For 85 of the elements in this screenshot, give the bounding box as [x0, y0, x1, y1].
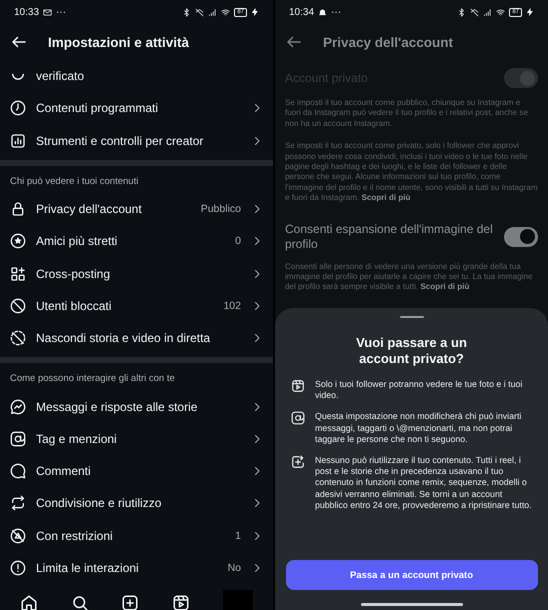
- bar-chart-icon: [10, 132, 26, 149]
- hidden-story-icon: [10, 330, 26, 346]
- sheet-item-text: Questa impostazione non modificherà chi può inviarti messaggi, taggarti o \@menzionarti, ma non potrai taggare le persone che non ti seguono.: [315, 411, 522, 446]
- notification-dots: ···: [56, 6, 66, 18]
- signal-icon: [208, 8, 218, 16]
- status-time: 10:33: [14, 6, 40, 18]
- at-sign-icon: [291, 411, 305, 426]
- comment-icon: [10, 463, 26, 480]
- charging-icon: [251, 8, 259, 16]
- learn-more-link[interactable]: Scopri di più: [420, 282, 470, 292]
- row-value: No: [228, 562, 241, 574]
- row-label: Commenti: [36, 464, 92, 478]
- reels-icon: [291, 379, 305, 393]
- row-label: Privacy dell'account: [36, 202, 143, 216]
- sheet-handle[interactable]: [400, 316, 424, 318]
- settings-row[interactable]: Nascondi storia e video in diretta: [0, 322, 273, 354]
- wifi-icon: [221, 8, 230, 16]
- section-title: Come possono interagire gli altri con te: [9, 372, 176, 386]
- row-label: Nascondi storia e video in diretta: [36, 331, 212, 346]
- status-time: 10:34: [289, 6, 314, 18]
- toggle-label: Consenti espansione dell'immagine del profilo: [285, 222, 494, 252]
- lock-icon: [10, 201, 26, 218]
- row-label: Con restrizioni: [36, 528, 114, 543]
- row-label: Amici più stretti: [36, 234, 118, 248]
- mute-icon: [195, 8, 204, 16]
- settings-row[interactable]: Utenti bloccati 102: [0, 290, 273, 322]
- page-title: Privacy dell'account: [323, 34, 454, 50]
- row-label: Messaggi e risposte alle storie: [36, 400, 198, 414]
- restricted-icon: [10, 528, 26, 544]
- settings-row[interactable]: Condivisione e riutilizzo: [0, 487, 273, 520]
- learn-more-link[interactable]: Scopri di più: [361, 193, 410, 202]
- row-label: Cross-posting: [36, 266, 112, 281]
- row-label: Condivisione e riutilizzo: [36, 496, 162, 510]
- settings-row[interactable]: verificato: [0, 60, 273, 92]
- row-value: 1: [235, 530, 241, 542]
- search-icon[interactable]: [70, 594, 89, 610]
- settings-row[interactable]: Privacy dell'account Pubblico: [0, 192, 273, 226]
- bell-icon: [318, 8, 328, 16]
- repeat-icon: [10, 495, 26, 512]
- section-title: Chi può vedere i tuoi contenuti: [9, 174, 140, 189]
- signal-icon: [483, 8, 492, 16]
- settings-row[interactable]: Messaggi e risposte alle storie: [0, 390, 273, 423]
- home-icon[interactable]: [20, 594, 38, 610]
- settings-row[interactable]: Strumenti e controlli per creator: [0, 124, 273, 157]
- charging-icon: [526, 8, 534, 16]
- row-label: verificato: [36, 69, 86, 84]
- settings-row[interactable]: Amici più stretti 0: [0, 225, 273, 258]
- settings-row[interactable]: Cross-posting: [0, 257, 273, 290]
- sheet-item-text: Solo i tuoi follower potranno vedere le tue foto e i tuoi video.: [315, 379, 524, 402]
- notification-dots: ···: [331, 6, 342, 18]
- settings-row[interactable]: Tag e menzioni: [0, 422, 273, 455]
- reels-icon[interactable]: [172, 594, 190, 610]
- description-text: Se imposti il tuo account come privato, solo i follower che approvi possono vedere cosa condividi, inclusi i tuoi video o le tue foto nelle pagine degli hashtag e dei luoghi, e le liste dei follower e delle persone che segui. Alcune informazioni sul tuo profilo, come l'immagine del profilo e il nome utente, sono visibili a tutti su Instagram e fuori da Instagram. Scopri di più: [285, 141, 538, 204]
- row-label: Utenti bloccati: [36, 298, 112, 313]
- description-text: Consenti alle persone di vedere una versione più grande della tua immagine del profilo per aiutarle a capire che sei tu. La tua immagine del profilo sarà sempre visibile a tutti. Scopri di più: [285, 262, 534, 293]
- settings-row[interactable]: Con restrizioni 1: [0, 520, 273, 552]
- remix-icon: [291, 455, 305, 470]
- sheet-title: Vuoi passare a un account privato?: [355, 335, 468, 367]
- row-label: Contenuti programmati: [36, 101, 160, 116]
- bluetooth-icon: [182, 8, 192, 16]
- row-label: Strumenti e controlli per creator: [36, 134, 204, 148]
- alert-icon: [10, 560, 26, 576]
- star-circle-icon: [10, 233, 26, 250]
- make-private-button[interactable]: Passa a un account privato: [286, 560, 538, 590]
- mute-icon: [470, 8, 480, 16]
- settings-row[interactable]: Contenuti programmati: [0, 92, 273, 125]
- bluetooth-icon: [457, 8, 466, 16]
- wifi-icon: [496, 8, 506, 16]
- messenger-icon: [10, 398, 26, 415]
- row-label: Limita le interazioni: [36, 561, 140, 575]
- row-value: Pubblico: [200, 203, 241, 216]
- page-title: Impostazioni e attività: [48, 34, 190, 50]
- row-value: 0: [235, 235, 241, 248]
- sheet-item-text: Nessuno può riutilizzare il tuo contenuto. Tutti i reel, i post e le storie che in precedenza usavano il tuo contenuto in funzioni come remix, sequenze, modelli o adesivi verranno eliminati. Se torni a un account pubblico entro 24 ore, provvederemo a ripristinare tutto.: [315, 455, 533, 512]
- row-label: Tag e menzioni: [36, 432, 118, 446]
- settings-row[interactable]: Commenti: [0, 454, 273, 488]
- clock-icon: [10, 100, 26, 116]
- block-icon: [10, 298, 26, 314]
- mail-icon: [43, 8, 52, 16]
- row-value: 102: [223, 300, 241, 312]
- at-sign-icon: [10, 430, 26, 447]
- settings-row[interactable]: Limita le interazioni No: [0, 552, 273, 584]
- toggle-switch[interactable]: [504, 226, 538, 247]
- grid-plus-icon: [10, 266, 26, 282]
- description-text: Se imposti il tuo account come pubblico, chiunque su Instagram e fuori da Instagram può vedere il tuo profilo e i relativi post, anche se non ha un account Instagram.: [285, 98, 529, 130]
